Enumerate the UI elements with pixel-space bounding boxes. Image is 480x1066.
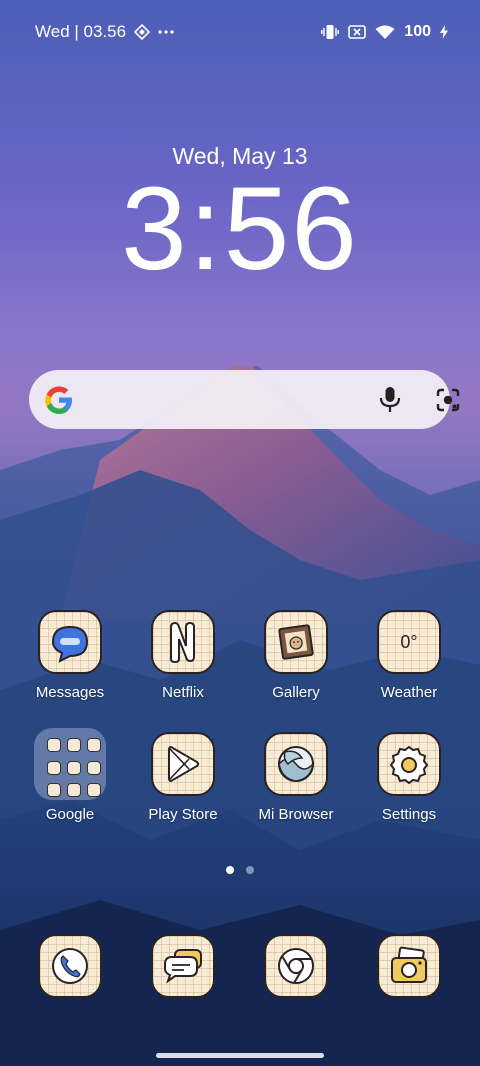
status-bar-right: 100 <box>321 20 448 44</box>
mi-browser-icon <box>264 732 328 796</box>
app-label: Google <box>45 806 95 823</box>
dock-phone[interactable] <box>20 934 120 998</box>
page-indicator <box>0 866 480 874</box>
lens-icon[interactable] <box>435 387 461 418</box>
app-netflix[interactable]: Netflix <box>133 610 233 701</box>
folder-app-icon <box>87 760 101 775</box>
folder-app-icon <box>47 738 61 752</box>
app-folder-google[interactable]: Google <box>20 728 120 823</box>
folder-app-icon <box>67 760 81 775</box>
google-folder-icon <box>34 728 106 800</box>
app-label: Messages <box>35 684 105 701</box>
chrome-icon <box>264 934 328 998</box>
diamond-icon <box>134 24 151 40</box>
google-logo-icon <box>42 383 76 422</box>
app-mi-browser[interactable]: Mi Browser <box>246 732 346 823</box>
dock-messaging[interactable] <box>133 934 233 998</box>
dock-camera[interactable] <box>359 934 459 998</box>
folder-app-icon <box>47 783 61 798</box>
app-label: Settings <box>381 806 437 823</box>
google-search-bar[interactable] <box>29 370 460 429</box>
status-datetime: Wed | 03.56 <box>35 22 127 41</box>
page-dot <box>246 866 254 874</box>
gesture-nav-bar[interactable] <box>156 1053 324 1058</box>
wifi-icon <box>375 25 395 40</box>
mic-icon[interactable] <box>377 386 403 419</box>
weather-icon: 0° <box>377 610 441 674</box>
battery-level: 100 <box>404 23 431 40</box>
app-label: Gallery <box>272 684 320 701</box>
more-icon <box>158 29 174 35</box>
app-play-store[interactable]: Play Store <box>133 732 233 823</box>
vibrate-icon <box>321 24 340 40</box>
folder-app-icon <box>67 738 81 752</box>
charging-icon <box>440 25 448 39</box>
camera-icon <box>377 934 441 998</box>
weather-temperature: 0° <box>400 631 418 652</box>
chat-icon <box>151 934 215 998</box>
app-weather[interactable]: 0° Weather <box>359 610 459 701</box>
app-label: Netflix <box>162 684 204 701</box>
folder-app-icon <box>47 760 61 775</box>
no-sim-icon <box>348 25 367 39</box>
app-label: Play Store <box>148 806 218 823</box>
app-label: Weather <box>380 684 438 701</box>
phone-icon <box>38 934 102 998</box>
folder-app-icon <box>67 783 81 798</box>
app-gallery[interactable]: Gallery <box>246 610 346 701</box>
status-bar-left: Wed | 03.56 <box>35 20 174 44</box>
app-label: Mi Browser <box>258 806 334 823</box>
app-messages[interactable]: Messages <box>20 610 120 701</box>
app-settings[interactable]: Settings <box>359 732 459 823</box>
play-store-icon <box>151 732 215 796</box>
messages-icon <box>38 610 102 674</box>
folder-app-icon <box>87 738 101 752</box>
page-dot-active <box>226 866 234 874</box>
dock-chrome[interactable] <box>246 934 346 998</box>
clock-time[interactable]: 3:56 <box>0 170 480 288</box>
netflix-icon <box>151 610 215 674</box>
settings-icon <box>377 732 441 796</box>
folder-app-icon <box>87 783 101 798</box>
gallery-icon <box>264 610 328 674</box>
